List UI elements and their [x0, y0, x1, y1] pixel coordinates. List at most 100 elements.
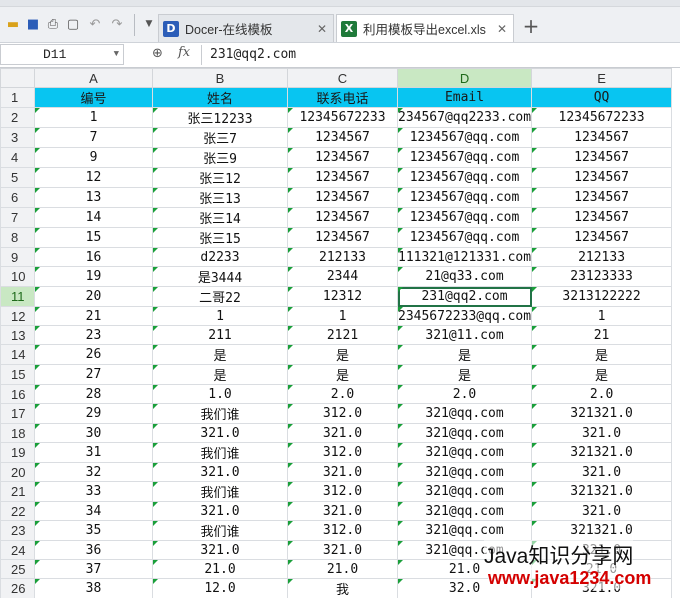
cell[interactable]: 321321.0 [531, 520, 673, 541]
cell[interactable]: 1 [531, 306, 673, 326]
row-header[interactable]: 16 [0, 384, 35, 404]
cell[interactable]: 15 [34, 227, 153, 248]
cell[interactable]: 张三9 [152, 147, 288, 168]
tab-excel-file[interactable]: X 利用模板导出excel.xls ✕ [336, 14, 514, 42]
cell[interactable]: 111321@121331.com [396, 247, 533, 267]
cell[interactable]: 312.0 [287, 481, 398, 502]
select-all-corner[interactable] [0, 68, 35, 88]
row-header[interactable]: 21 [0, 481, 35, 502]
cell[interactable]: 1234567@qq.com [396, 207, 533, 228]
cell[interactable]: 29 [34, 403, 153, 424]
cell[interactable]: 2121 [287, 325, 398, 345]
tab-docer[interactable]: D Docer-在线模板 ✕ [158, 14, 334, 42]
column-header[interactable]: C [287, 68, 398, 88]
cell[interactable]: 1234567@qq.com [396, 187, 533, 208]
cell[interactable]: 321.0 [287, 501, 398, 521]
cell[interactable]: 张三15 [152, 227, 288, 248]
active-cell[interactable]: 231@qq2.com [396, 286, 533, 307]
cell[interactable]: 321.0 [287, 540, 398, 560]
header-cell[interactable]: 姓名 [152, 87, 288, 108]
cell[interactable]: 33 [34, 481, 153, 502]
cell[interactable]: 1 [287, 306, 398, 326]
row-header[interactable]: 12 [0, 306, 35, 326]
cell[interactable]: 1234567 [531, 147, 673, 168]
column-header[interactable]: E [531, 68, 673, 88]
cell[interactable]: 是 [287, 344, 398, 365]
customize-dropdown-icon[interactable]: ▼ [140, 15, 158, 33]
cell[interactable]: 321321.0 [531, 403, 673, 424]
cell[interactable]: 是3444 [152, 266, 288, 287]
cell[interactable]: 26 [34, 344, 153, 365]
cell[interactable]: 321.0 [287, 462, 398, 482]
cell[interactable]: 1234567 [531, 227, 673, 248]
cell[interactable]: 1234567@qq.com [396, 167, 533, 188]
row-header[interactable]: 2 [0, 107, 35, 128]
cell[interactable]: 1 [152, 306, 288, 326]
cell[interactable]: 1234567@qq.com [396, 227, 533, 248]
cell[interactable]: 1234567 [531, 167, 673, 188]
fx-icon[interactable]: fx [178, 45, 190, 60]
cell[interactable]: 12.0 [152, 578, 288, 598]
cell[interactable]: 1234567 [287, 207, 398, 228]
column-header[interactable]: A [34, 68, 153, 88]
cell[interactable]: 321@qq.com [396, 442, 533, 463]
cell[interactable]: 是 [152, 344, 288, 365]
cell[interactable]: 12345672233 [287, 107, 398, 128]
cell[interactable]: 1234567 [287, 147, 398, 168]
cell[interactable]: 我们谁 [152, 442, 288, 463]
cell[interactable]: 2345672233@qq.com [396, 306, 533, 326]
row-header[interactable]: 14 [0, 344, 35, 365]
cell[interactable]: 1234567 [287, 167, 398, 188]
print-icon[interactable]: ⎙ [44, 15, 62, 33]
cell[interactable]: 321.0 [152, 501, 288, 521]
cell[interactable]: 我 [287, 578, 398, 598]
formula-input[interactable]: 231@qq2.com [201, 45, 680, 65]
cell[interactable]: 321.0 [531, 423, 673, 443]
cell[interactable]: 312.0 [287, 520, 398, 541]
cell[interactable]: 1234567@qq.com [396, 147, 533, 168]
cell[interactable]: 21@q33.com [396, 266, 533, 287]
row-header[interactable]: 20 [0, 462, 35, 482]
row-header[interactable]: 23 [0, 520, 35, 541]
cell[interactable]: 2.0 [531, 384, 673, 404]
cell[interactable]: 21.0 [152, 559, 288, 579]
chevron-down-icon[interactable]: ▼ [114, 45, 119, 64]
cell[interactable]: 312.0 [287, 403, 398, 424]
cell[interactable]: 1 [34, 107, 153, 128]
cell[interactable]: 2.0 [396, 384, 533, 404]
cell[interactable]: 我们谁 [152, 520, 288, 541]
column-header[interactable]: D [396, 68, 533, 88]
add-tab-icon[interactable]: + [520, 16, 542, 38]
cell[interactable]: 张三14 [152, 207, 288, 228]
cell[interactable]: 32 [34, 462, 153, 482]
row-header[interactable]: 9 [0, 247, 35, 267]
cell[interactable]: 是 [396, 344, 533, 365]
cell[interactable]: 1.0 [152, 384, 288, 404]
cell[interactable]: 张三12 [152, 167, 288, 188]
cell[interactable]: 31 [34, 442, 153, 463]
cell[interactable]: 是 [287, 364, 398, 385]
row-header[interactable]: 15 [0, 364, 35, 385]
print-preview-icon[interactable]: ▢ [64, 15, 82, 33]
cell[interactable]: 30 [34, 423, 153, 443]
cell[interactable]: 1234567 [287, 127, 398, 148]
cell[interactable]: 13 [34, 187, 153, 208]
cell[interactable]: 312.0 [287, 442, 398, 463]
row-header[interactable]: 6 [0, 187, 35, 208]
cell[interactable]: 37 [34, 559, 153, 579]
row-header[interactable]: 10 [0, 266, 35, 287]
row-header[interactable]: 26 [0, 578, 35, 598]
cell[interactable]: 35 [34, 520, 153, 541]
row-header[interactable]: 5 [0, 167, 35, 188]
cell[interactable]: 张三7 [152, 127, 288, 148]
cell[interactable]: 36 [34, 540, 153, 560]
cell[interactable]: 2.0 [287, 384, 398, 404]
cell[interactable]: 张三12233 [152, 107, 288, 128]
cell[interactable]: 321.0 [287, 423, 398, 443]
cell[interactable]: 1234567 [531, 127, 673, 148]
cell[interactable]: 19 [34, 266, 153, 287]
cell[interactable]: 211 [152, 325, 288, 345]
cell[interactable]: 23123333 [531, 266, 673, 287]
row-header[interactable]: 1 [0, 87, 35, 108]
row-header[interactable]: 18 [0, 423, 35, 443]
